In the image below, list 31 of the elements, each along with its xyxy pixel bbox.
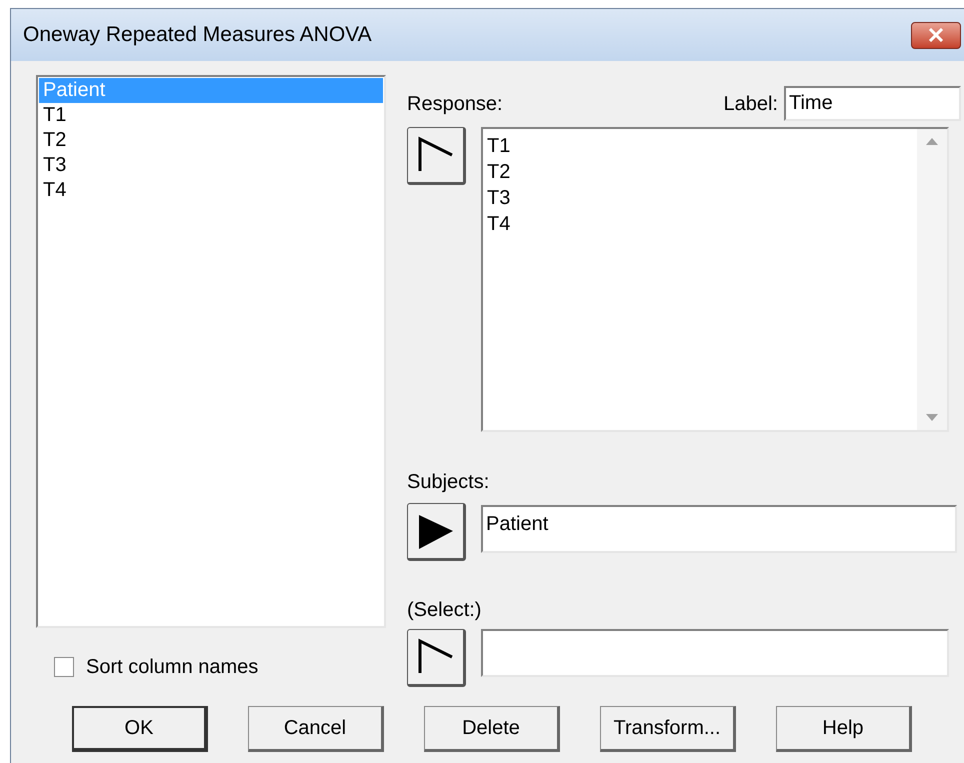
list-item[interactable]: T1 [39, 103, 383, 128]
list-item[interactable]: T4 [39, 178, 383, 203]
dialog-button[interactable]: Help [776, 706, 912, 752]
close-icon [928, 28, 944, 42]
label-caption: Label: [724, 92, 778, 116]
label-field[interactable]: Time [784, 86, 961, 121]
dialog-button[interactable]: Delete [424, 706, 560, 752]
close-button[interactable] [911, 22, 961, 48]
subjects-field[interactable]: Patient [481, 505, 957, 553]
list-item[interactable]: T3 [39, 153, 383, 178]
select-label: (Select:) [407, 598, 482, 623]
window-title: Oneway Repeated Measures ANOVA [23, 22, 372, 48]
dialog-button[interactable]: Transform... [600, 706, 736, 752]
list-item[interactable]: T1 [487, 133, 917, 159]
arrow-button[interactable] [407, 127, 466, 185]
list-item[interactable]: T2 [487, 159, 917, 185]
scroll-down-icon[interactable] [926, 414, 938, 422]
response-label: Response: [407, 92, 503, 117]
checkbox[interactable] [54, 657, 74, 677]
scroll-up-icon[interactable] [926, 137, 938, 145]
arrow-button[interactable] [407, 629, 466, 687]
list-item[interactable]: T3 [487, 185, 917, 211]
arrow-button[interactable] [407, 503, 466, 561]
checkbox-label: Sort column names [86, 655, 258, 680]
dialog-button[interactable]: Cancel [248, 706, 384, 752]
dialog-button[interactable]: OK [72, 706, 208, 752]
list-item[interactable]: T2 [39, 128, 383, 153]
scrollbar[interactable] [917, 129, 947, 430]
list-item[interactable]: T4 [487, 211, 917, 237]
subjects-label: Subjects: [407, 470, 490, 495]
select-field[interactable] [481, 629, 949, 677]
